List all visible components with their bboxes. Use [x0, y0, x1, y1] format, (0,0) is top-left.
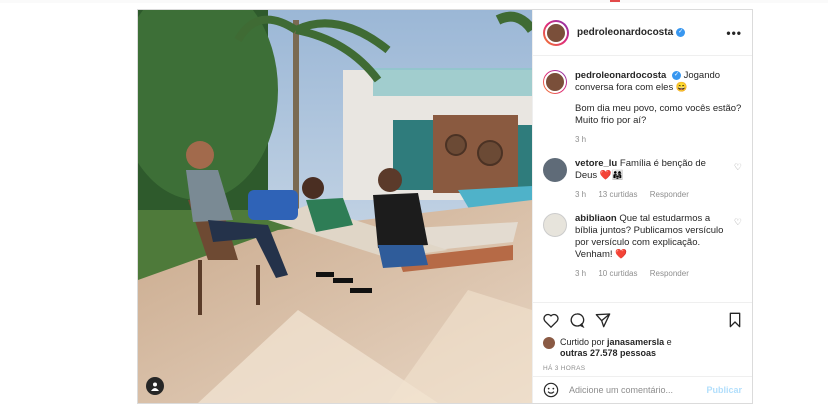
- comment-time[interactable]: 3 h: [575, 190, 586, 199]
- comments-list: pedroleonardocosta ✓ Jogando conversa fo…: [533, 56, 752, 306]
- avatar[interactable]: [543, 70, 567, 94]
- comment-input[interactable]: Adicione um comentário...: [569, 385, 673, 395]
- caption: pedroleonardocosta ✓ Jogando conversa fo…: [543, 70, 742, 146]
- comment-item: abibliaon Que tal estudarmos a bíblia ju…: [543, 213, 742, 280]
- top-strip-accent: [610, 0, 620, 2]
- emoji-smiley-icon[interactable]: [543, 382, 559, 398]
- likes-summary: Curtido por janasamersla e outras 27.578…: [543, 337, 742, 359]
- post-side-panel: pedroleonardocosta ✓ ••• pedroleonardoco…: [532, 10, 752, 403]
- avatar[interactable]: [543, 19, 569, 46]
- avatar[interactable]: [543, 158, 567, 182]
- caption-time[interactable]: 3 h: [575, 135, 586, 144]
- save-bookmark-icon[interactable]: [728, 312, 742, 328]
- top-strip: [0, 0, 828, 3]
- comment-username[interactable]: vetore_lu: [575, 158, 617, 169]
- comment-like-heart-icon[interactable]: ♡: [734, 217, 742, 280]
- verified-badge-icon: ✓: [671, 70, 681, 80]
- reply-button[interactable]: Responder: [650, 190, 689, 199]
- liked-by-count[interactable]: outras 27.578 pessoas: [560, 348, 656, 358]
- avatar[interactable]: [543, 213, 567, 237]
- share-paper-plane-icon[interactable]: [595, 312, 611, 328]
- comment-item: vetore_lu Família é benção de Deus ❤️👨‍👩…: [543, 158, 742, 201]
- comment-time[interactable]: 3 h: [575, 269, 586, 278]
- comment-likes[interactable]: 10 curtidas: [598, 269, 637, 278]
- post-header: pedroleonardocosta ✓ •••: [533, 10, 752, 56]
- reply-button[interactable]: Responder: [650, 269, 689, 278]
- caption-body: Bom dia meu povo, como vocês estão? Muit…: [575, 103, 742, 126]
- liked-by-prefix: Curtido por: [560, 337, 605, 347]
- comment-bubble-icon[interactable]: [569, 312, 585, 328]
- add-comment-bar: Adicione um comentário... Publicar: [533, 376, 752, 403]
- more-options-icon[interactable]: •••: [726, 26, 742, 40]
- liked-by-user[interactable]: janasamersla: [607, 337, 664, 347]
- publish-button[interactable]: Publicar: [706, 385, 742, 395]
- verified-badge-icon: ✓: [676, 28, 686, 37]
- avatar[interactable]: [543, 337, 555, 349]
- comment-username[interactable]: abibliaon: [575, 213, 617, 224]
- liked-by-mid: e: [664, 337, 672, 347]
- post-photo[interactable]: [138, 10, 532, 403]
- post-actions: Curtido por janasamersla e outras 27.578…: [533, 302, 752, 372]
- instagram-post: pedroleonardocosta ✓ ••• pedroleonardoco…: [137, 9, 753, 404]
- pool-scene-illustration: [138, 10, 532, 403]
- posted-ago[interactable]: HÁ 3 HORAS: [543, 365, 742, 372]
- caption-username[interactable]: pedroleonardocosta: [575, 70, 666, 81]
- user-tags-icon[interactable]: [146, 377, 164, 395]
- like-heart-icon[interactable]: [543, 313, 559, 328]
- comment-likes[interactable]: 13 curtidas: [598, 190, 637, 199]
- header-username[interactable]: pedroleonardocosta: [577, 27, 673, 38]
- comment-like-heart-icon[interactable]: ♡: [734, 162, 742, 201]
